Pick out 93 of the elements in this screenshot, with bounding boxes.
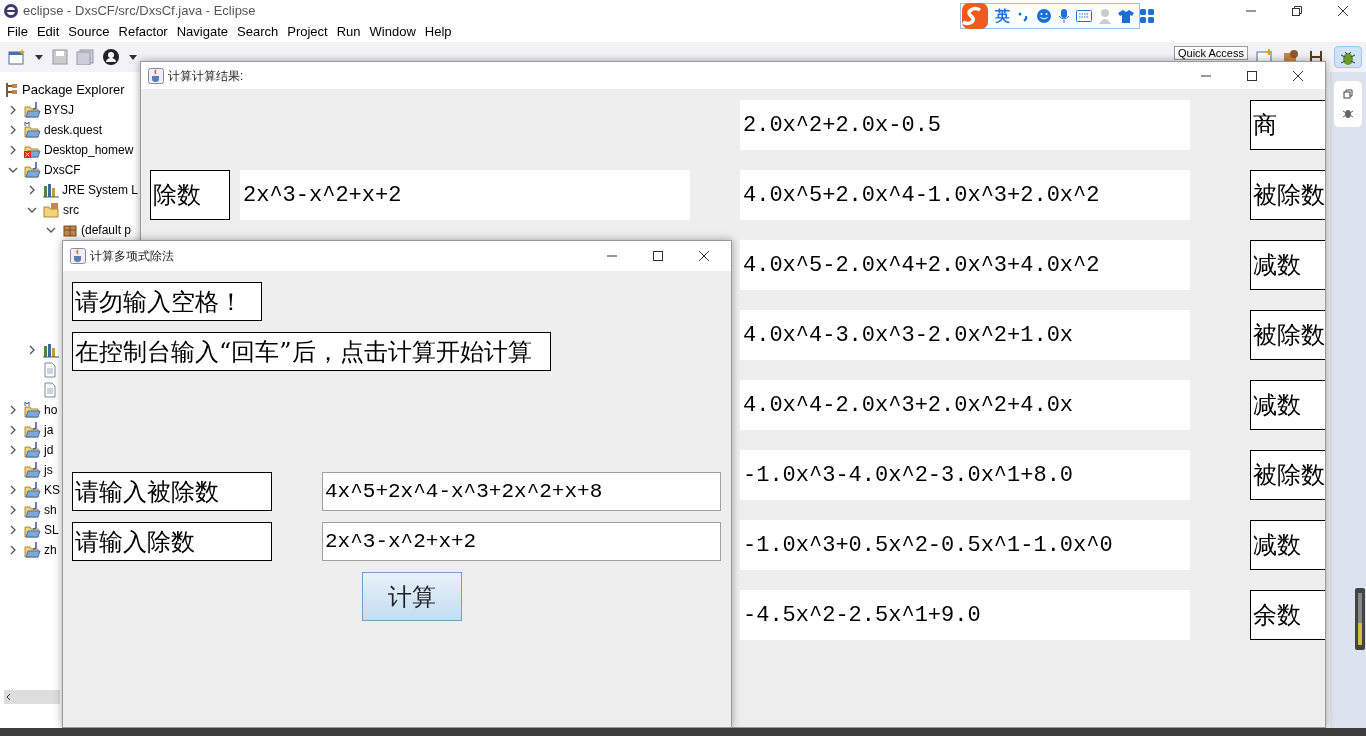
tree-item-label[interactable]: src (63, 201, 79, 219)
tree-item-label[interactable]: sh (44, 501, 57, 519)
apps-grid-icon[interactable] (1140, 9, 1154, 23)
tree-item-label[interactable]: ja (44, 421, 54, 439)
divisor-field: 2x^3-x^2+x+2 (240, 170, 690, 220)
input-field[interactable]: 4x^5+2x^4-x^3+2x^2+x+8 (322, 472, 721, 511)
close-icon[interactable] (1337, 5, 1349, 17)
close-icon[interactable] (698, 250, 710, 262)
result-label: 被除数 (1250, 310, 1325, 360)
package-explorer-icon (4, 82, 18, 98)
input-field[interactable]: 2x^3-x^2+x+2 (322, 522, 721, 561)
file-icon (43, 382, 57, 398)
result-label: 被除数 (1250, 450, 1325, 500)
person-icon[interactable] (102, 48, 120, 66)
package-icon (62, 222, 78, 238)
value-field: -1.0x^3-4.0x^2-3.0x^1+8.0 (740, 450, 1190, 500)
tree-item-label[interactable]: (default p (81, 221, 132, 239)
bug-icon[interactable] (1342, 107, 1354, 119)
project-folder-icon (24, 122, 41, 138)
tree-item-label[interactable]: desk.quest (44, 121, 103, 139)
value-field: -4.5x^2-2.5x^1+9.0 (740, 590, 1190, 640)
calculate-button[interactable]: 计算 (362, 572, 462, 621)
project-folder-icon (24, 402, 41, 418)
java-cup-icon (148, 67, 164, 84)
notice-label: 请勿输入空格！ (72, 282, 262, 321)
value-field: 4.0x^5+2.0x^4-1.0x^3+2.0x^2 (740, 170, 1190, 220)
project-folder-icon (24, 102, 41, 118)
tree-item-label[interactable]: jd (44, 441, 54, 459)
restore-icon[interactable] (1291, 5, 1303, 17)
tree-item-label[interactable]: BYSJ (44, 101, 74, 119)
value-field: -1.0x^3+0.5x^2-0.5x^1-1.0x^0 (740, 520, 1190, 570)
caret-icon[interactable] (34, 53, 44, 61)
keyboard-icon[interactable] (1076, 10, 1092, 22)
close-icon[interactable] (1292, 69, 1304, 82)
result-label: 减数 (1250, 240, 1325, 290)
file-icon (43, 362, 57, 378)
result-label: 商 (1250, 100, 1325, 150)
project-folder-icon (24, 422, 41, 438)
tree-item-label[interactable]: DxsCF (44, 161, 81, 179)
maximize-icon[interactable] (652, 250, 664, 262)
project-folder-icon (24, 502, 41, 518)
maximize-icon[interactable] (1246, 69, 1258, 82)
menu-item[interactable]: Project (287, 22, 335, 42)
tree-item-label[interactable]: js (44, 461, 53, 479)
project-folder-icon (24, 482, 41, 498)
input-method-logo-icon[interactable] (961, 2, 989, 30)
window-title: 计算多项式除法 (90, 248, 174, 265)
language-toggle[interactable]: 英 (995, 4, 1010, 28)
value-field: 4.0x^5-2.0x^4+2.0x^3+4.0x^2 (740, 240, 1190, 290)
project-folder-icon (24, 442, 41, 458)
project-folder-icon (24, 162, 41, 178)
tree-item-label[interactable]: Desktop_homew (44, 141, 134, 159)
divisor-label: 除数 (150, 170, 230, 220)
window-title: 计算计算结果: (168, 67, 244, 85)
value-field: 2.0x^2+2.0x-0.5 (740, 100, 1190, 150)
project-folder-icon (24, 522, 41, 538)
window-title: eclipse - DxsCF/src/DxsCf.java - Eclipse (23, 2, 256, 21)
tree-item-label[interactable]: KS (44, 481, 60, 499)
menu-item[interactable]: File (7, 22, 35, 42)
menu-item[interactable]: Help (424, 22, 459, 42)
value-field: 4.0x^4-3.0x^3-2.0x^2+1.0x (740, 310, 1190, 360)
menu-item[interactable]: Source (68, 22, 117, 42)
notice-label: 在控制台输入“回车”后，点击计算开始计算 (72, 332, 551, 371)
quick-access-field[interactable]: Quick Access (1173, 46, 1248, 60)
menu-item[interactable]: Refactor (118, 22, 175, 42)
project-folder-icon (24, 462, 41, 478)
tree-item-label[interactable]: SL (44, 521, 59, 539)
menu-item[interactable]: Window (369, 22, 423, 42)
result-label: 减数 (1250, 380, 1325, 430)
tree-item-label[interactable]: ho (44, 401, 58, 419)
caret-icon[interactable] (128, 53, 138, 61)
microphone-icon[interactable] (1058, 8, 1070, 24)
field-label: 请输入除数 (72, 522, 272, 561)
value-field: 4.0x^4-2.0x^3+2.0x^2+4.0x (740, 380, 1190, 430)
panel-title: Package Explorer (22, 81, 125, 100)
new-window-icon[interactable] (8, 49, 26, 65)
emoji-icon[interactable] (1036, 8, 1052, 24)
source-folder-icon (43, 202, 60, 218)
shirt-icon[interactable] (1118, 9, 1134, 23)
tree-item-label[interactable]: JRE System L (62, 181, 139, 199)
tree-item-label[interactable]: zh (44, 541, 57, 559)
field-label: 请输入被除数 (72, 472, 272, 511)
gauge-icon (1355, 588, 1365, 650)
project-folder-icon (24, 542, 41, 558)
menu-item[interactable]: Run (336, 22, 368, 42)
scrollbar[interactable] (4, 690, 60, 704)
menu-item[interactable]: Search (237, 22, 286, 42)
java-cup-icon (70, 248, 86, 264)
result-label: 余数 (1250, 590, 1325, 640)
result-label: 被除数 (1250, 170, 1325, 220)
result-label: 减数 (1250, 520, 1325, 570)
menu-item[interactable]: Navigate (176, 22, 235, 42)
menu-item[interactable]: Edit (36, 22, 67, 42)
